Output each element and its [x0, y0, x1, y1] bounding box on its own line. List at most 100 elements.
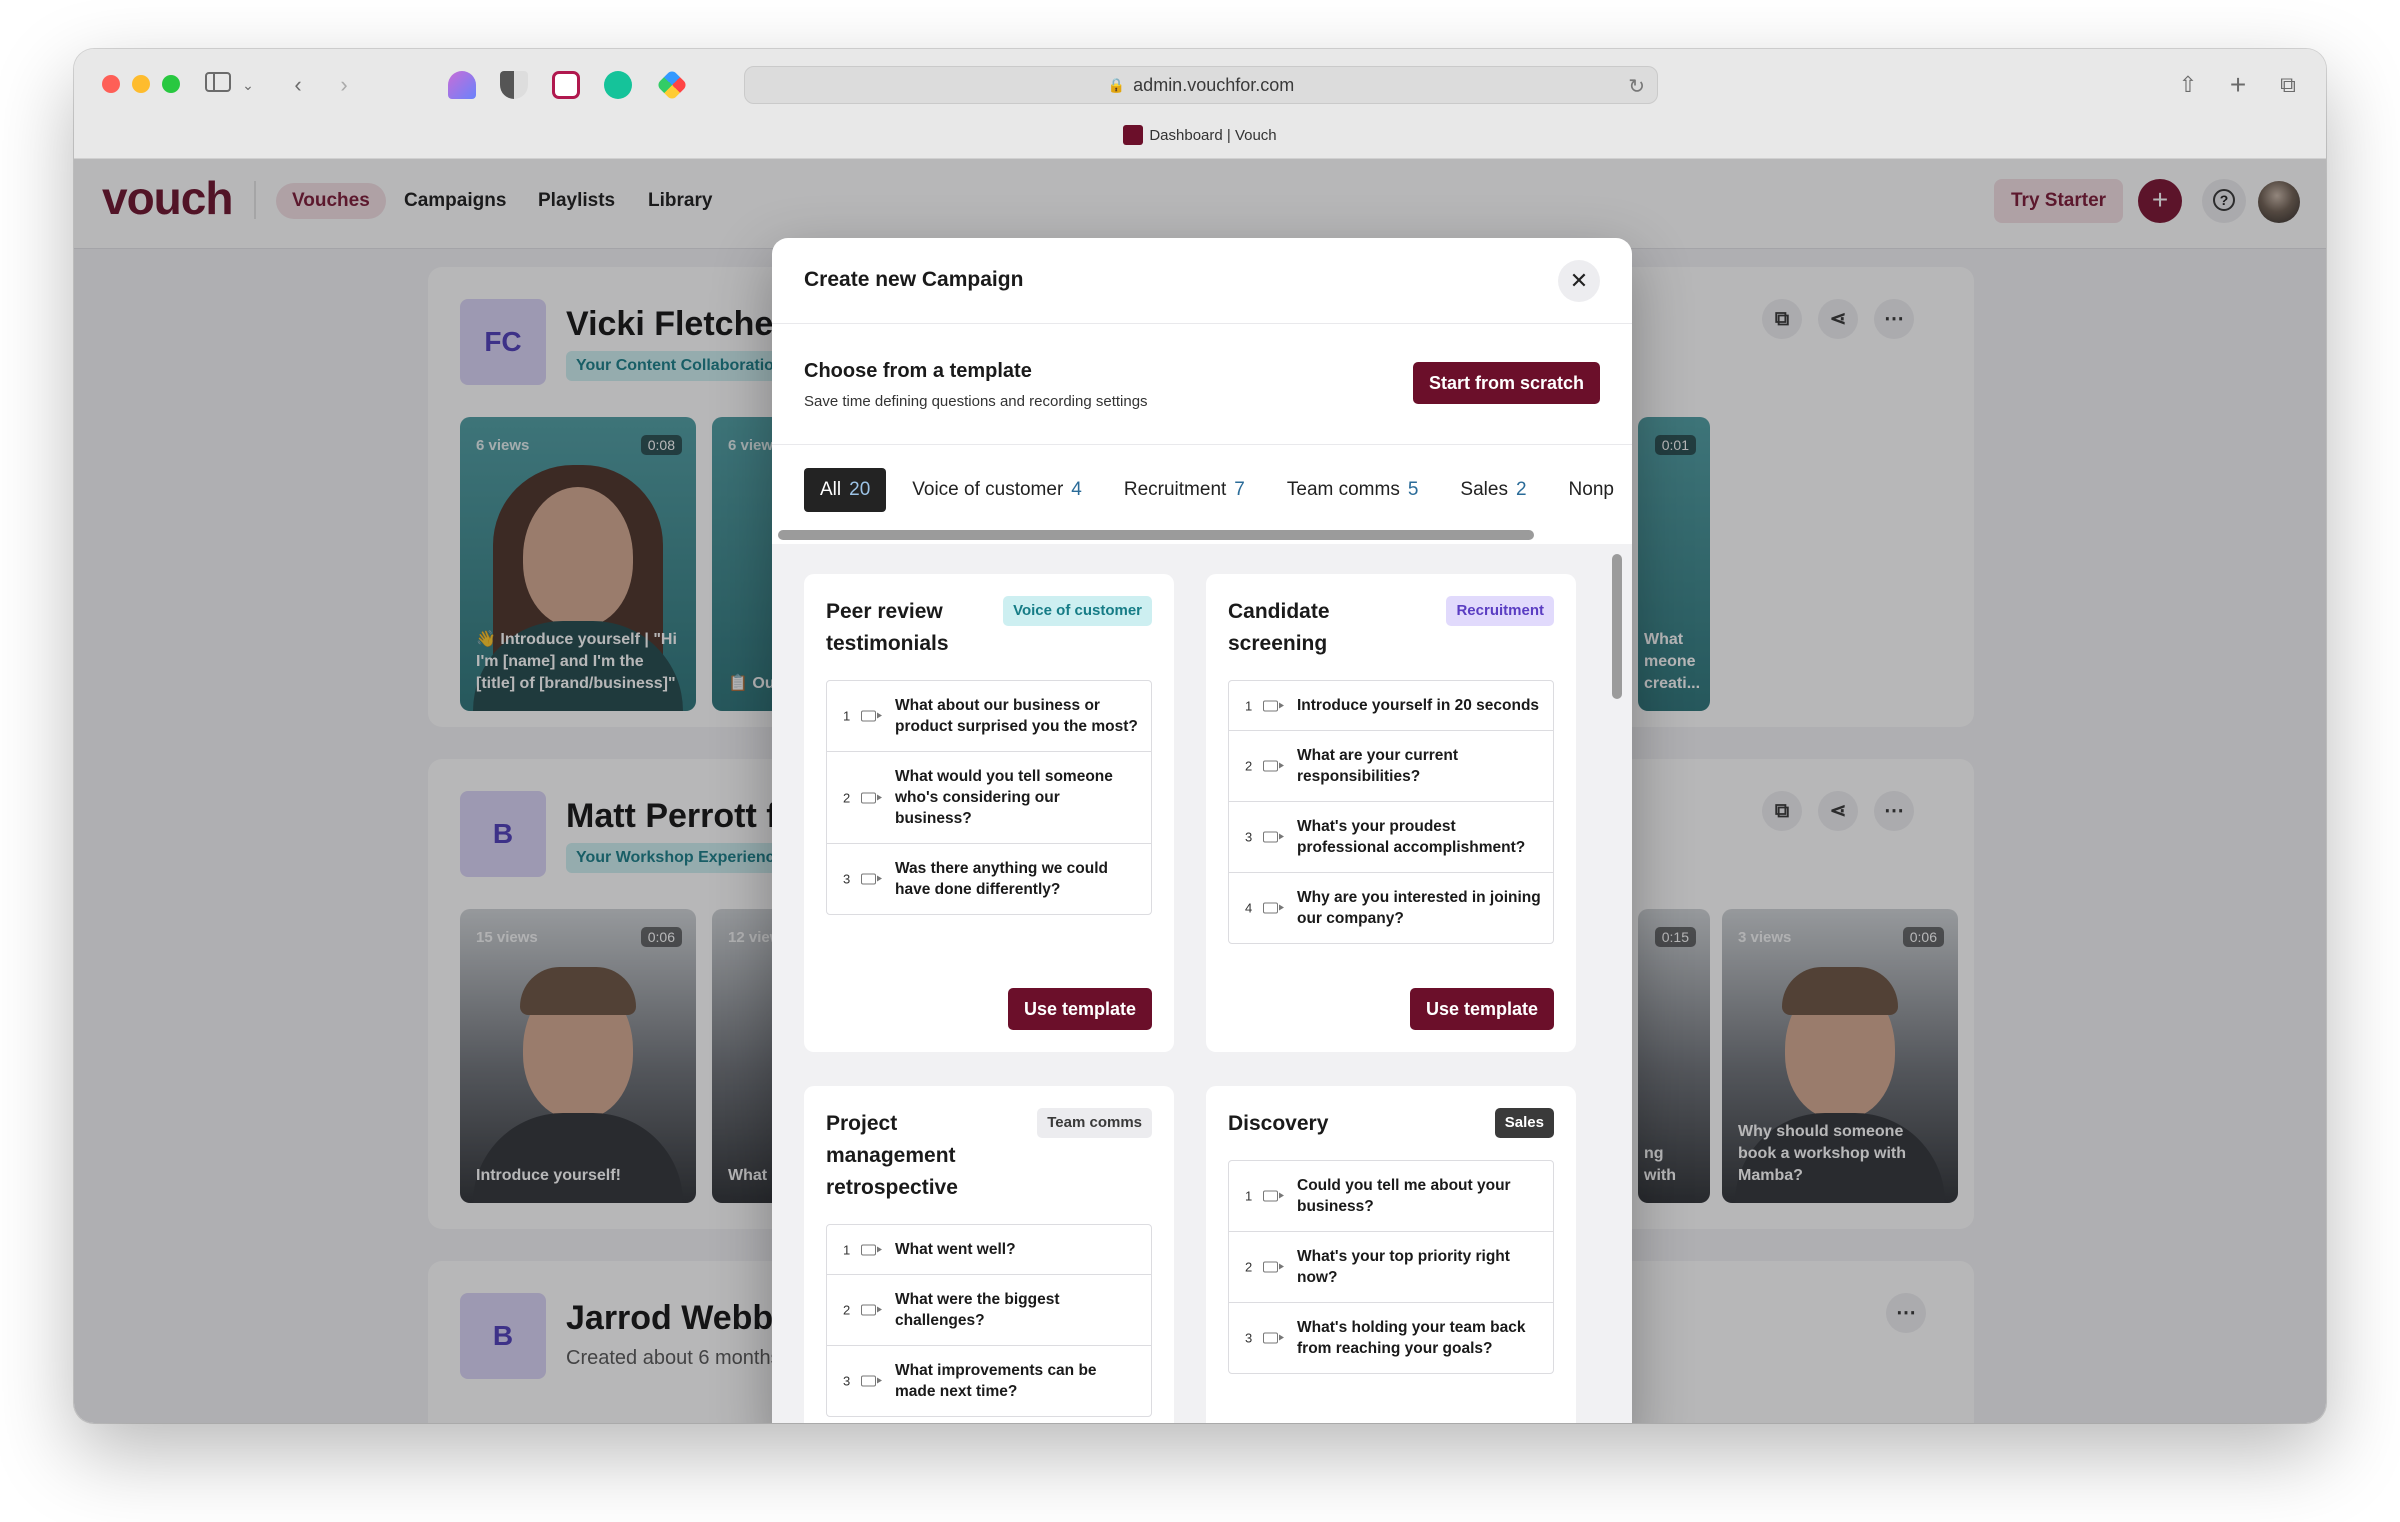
share-icon[interactable]: ⇧: [2174, 71, 2202, 99]
shield-extension-icon[interactable]: [500, 71, 528, 99]
question-item: 3 What improvements can be made next time…: [827, 1346, 1151, 1416]
horizontal-scrollbar[interactable]: [778, 530, 1534, 540]
question-list: 1 What went well? 2 What were the biggest …: [826, 1224, 1152, 1417]
tab-label: Nonp: [1568, 479, 1614, 500]
video-icon: [1263, 1332, 1284, 1344]
sidebar-toggle-icon[interactable]: [204, 71, 232, 99]
close-window-button[interactable]: [102, 75, 120, 93]
question-text: Was there anything we could have done di…: [895, 860, 1109, 898]
video-icon: [861, 1304, 882, 1316]
template-title: Peer review testimonials: [826, 600, 949, 655]
video-icon: [1263, 1261, 1284, 1273]
templates-grid: Peer review testimonials Voice of custom…: [772, 544, 1632, 1423]
question-text: Why are you interested in joining our co…: [1297, 889, 1541, 927]
vouch-favicon-icon: [1123, 125, 1144, 145]
category-tag: Recruitment: [1446, 596, 1554, 626]
question-text: Could you tell me about your business?: [1297, 1177, 1511, 1215]
zoom-window-button[interactable]: [162, 75, 180, 93]
todo-extension-icon[interactable]: [552, 71, 580, 99]
new-tab-icon[interactable]: +: [2224, 71, 2252, 99]
minimize-window-button[interactable]: [132, 75, 150, 93]
question-number: 2: [843, 790, 851, 805]
question-list: 1 What about our business or product surp…: [826, 680, 1152, 915]
tab-team-comms[interactable]: Team comms 5: [1271, 468, 1435, 512]
video-icon: [1263, 831, 1284, 843]
question-number: 2: [1245, 758, 1253, 774]
tab-count: 20: [849, 479, 871, 500]
reload-icon[interactable]: ↻: [1628, 74, 1645, 99]
address-bar[interactable]: 🔒 admin.vouchfor.com ↻: [744, 66, 1658, 104]
vertical-scrollbar[interactable]: [1612, 554, 1622, 699]
tab-label: All: [820, 479, 842, 500]
tab-overview-icon[interactable]: ⧉: [2274, 71, 2302, 99]
use-template-button[interactable]: Use template: [1007, 988, 1152, 1030]
tab-all[interactable]: All 20: [804, 468, 887, 512]
start-from-scratch-button[interactable]: Start from scratch: [1412, 362, 1600, 404]
template-title: Candidate screening: [1228, 600, 1330, 655]
question-number: 3: [843, 1373, 851, 1389]
divider: [772, 444, 1632, 445]
arc-extension-icon[interactable]: [448, 71, 476, 99]
tab-sales[interactable]: Sales 2: [1444, 468, 1542, 512]
template-card: Candidate screening Recruitment 1 Introdu…: [1206, 574, 1576, 1052]
question-item: 1 What about our business or product surp…: [827, 681, 1151, 752]
question-number: 4: [1245, 900, 1253, 916]
diamond-extension-icon[interactable]: [656, 69, 688, 101]
question-item: 2 What would you tell someone who's consi…: [827, 752, 1151, 844]
tab-count: 7: [1234, 479, 1245, 500]
forward-icon[interactable]: ›: [330, 71, 358, 99]
question-number: 2: [843, 1302, 851, 1318]
question-item: 4 Why are you interested in joining our c…: [1229, 873, 1553, 943]
tab-count: 4: [1071, 479, 1082, 500]
question-text: What improvements can be made next time?: [895, 1362, 1097, 1400]
back-icon[interactable]: ‹: [284, 71, 312, 99]
window-controls: [102, 75, 180, 93]
browser-toolbar: ⌄ ‹ › 🔒 admin.vouchfor.com ↻ ⇧ + ⧉ Dashb…: [74, 49, 2326, 159]
question-item: 3 Was there anything we could have done d…: [827, 844, 1151, 914]
question-number: 1: [1245, 1188, 1253, 1204]
category-tag: Voice of customer: [1003, 596, 1152, 626]
video-icon: [1263, 902, 1284, 914]
question-text: What are your current responsibilities?: [1297, 747, 1459, 785]
close-icon[interactable]: ✕: [1558, 260, 1600, 302]
question-number: 1: [1245, 698, 1253, 713]
template-card: Discovery Sales 1 Could you tell me about…: [1206, 1086, 1576, 1423]
tab-count: 2: [1515, 479, 1527, 500]
tab-recruitment[interactable]: Recruitment 7: [1108, 468, 1261, 512]
section-subtitle: Save time defining questions and recordi…: [804, 393, 1148, 410]
video-icon: [861, 792, 882, 803]
app-page: vouch Vouches Campaigns Playlists Librar…: [74, 159, 2326, 1423]
tab-label: Voice of customer: [912, 479, 1064, 500]
question-item: 1 Introduce yourself in 20 seconds: [1229, 681, 1553, 731]
question-item: 1 Could you tell me about your business?: [1229, 1161, 1553, 1232]
template-title: Discovery: [1228, 1112, 1329, 1135]
template-card: Peer review testimonials Voice of custom…: [804, 574, 1174, 1052]
tab-title: Dashboard | Vouch: [1149, 127, 1277, 144]
lock-icon: 🔒: [1107, 76, 1126, 93]
video-icon: [861, 1244, 882, 1255]
active-tab[interactable]: Dashboard | Vouch: [74, 125, 2326, 145]
tab-label: Recruitment: [1123, 479, 1227, 500]
chevron-down-icon[interactable]: ⌄: [234, 71, 262, 99]
video-icon: [1263, 700, 1284, 711]
question-text: Introduce yourself in 20 seconds: [1297, 697, 1540, 714]
template-card: Project management retrospective Team co…: [804, 1086, 1174, 1423]
modal-header: Create new Campaign ✕: [772, 238, 1632, 324]
use-template-button[interactable]: Use template: [1409, 988, 1554, 1030]
tab-nonprofit[interactable]: Nonp: [1553, 468, 1630, 512]
question-number: 1: [843, 1242, 851, 1257]
section-title: Choose from a template: [804, 360, 1032, 382]
url-text: admin.vouchfor.com: [1133, 74, 1295, 95]
tab-label: Team comms: [1286, 479, 1400, 500]
question-number: 2: [1245, 1259, 1253, 1275]
question-item: 3 What's holding your team back from reac…: [1229, 1303, 1553, 1373]
question-text: What would you tell someone who's consid…: [895, 768, 1113, 827]
tab-voice-of-customer[interactable]: Voice of customer 4: [896, 468, 1098, 512]
video-icon: [1263, 760, 1284, 772]
question-number: 3: [1245, 829, 1253, 845]
tab-label: Sales: [1460, 479, 1508, 500]
template-title: Project management retrospective: [826, 1112, 958, 1199]
grammarly-extension-icon[interactable]: [604, 71, 632, 99]
question-item: 2 What's your top priority right now?: [1229, 1232, 1553, 1303]
tab-count: 5: [1407, 479, 1419, 500]
